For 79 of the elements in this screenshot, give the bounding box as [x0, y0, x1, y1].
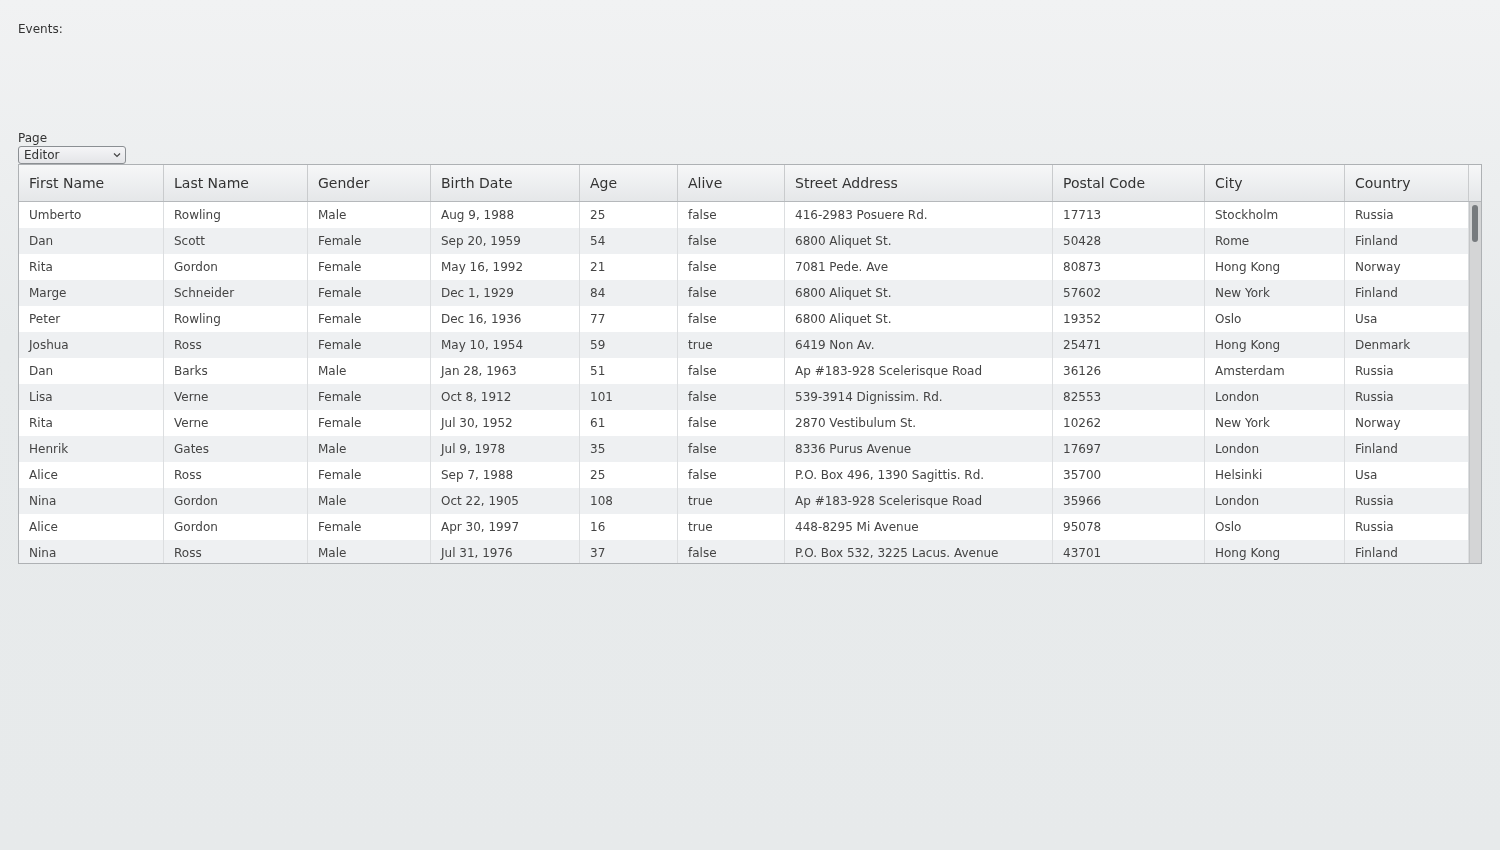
table-cell: 6800 Aliquet St.: [785, 228, 1053, 254]
table-cell: true: [678, 488, 785, 514]
table-cell: P.O. Box 532, 3225 Lacus. Avenue: [785, 540, 1053, 563]
table-cell: false: [678, 228, 785, 254]
table-cell: Dec 1, 1929: [431, 280, 580, 306]
table-cell: true: [678, 332, 785, 358]
table-cell: London: [1205, 384, 1345, 410]
table-cell: 59: [580, 332, 678, 358]
table-cell: 37: [580, 540, 678, 563]
table-cell: 35966: [1053, 488, 1205, 514]
column-header[interactable]: Street Address: [785, 165, 1053, 201]
table-cell: Schneider: [164, 280, 308, 306]
table-cell: Male: [308, 488, 431, 514]
table-cell: Verne: [164, 384, 308, 410]
table-cell: 539-3914 Dignissim. Rd.: [785, 384, 1053, 410]
table-cell: Female: [308, 228, 431, 254]
table-cell: Gordon: [164, 488, 308, 514]
table-cell: 50428: [1053, 228, 1205, 254]
table-cell: Oct 8, 1912: [431, 384, 580, 410]
table-cell: Hong Kong: [1205, 332, 1345, 358]
column-header[interactable]: Postal Code: [1053, 165, 1205, 201]
table-cell: 101: [580, 384, 678, 410]
table-cell: Ross: [164, 332, 308, 358]
page-label: Page: [18, 131, 48, 145]
table-cell: Gates: [164, 436, 308, 462]
column-header[interactable]: Gender: [308, 165, 431, 201]
table-cell: Joshua: [19, 332, 164, 358]
events-label: Events:: [18, 22, 63, 36]
table-cell: 35: [580, 436, 678, 462]
table-cell: 8336 Purus Avenue: [785, 436, 1053, 462]
table-cell: 54: [580, 228, 678, 254]
column-header[interactable]: Birth Date: [431, 165, 580, 201]
table-cell: Female: [308, 280, 431, 306]
table-cell: false: [678, 436, 785, 462]
table-cell: 108: [580, 488, 678, 514]
table-cell: Lisa: [19, 384, 164, 410]
scrollbar-thumb[interactable]: [1472, 205, 1478, 242]
table-cell: 82553: [1053, 384, 1205, 410]
table-cell: Henrik: [19, 436, 164, 462]
table-cell: Oct 22, 1905: [431, 488, 580, 514]
table-cell: Male: [308, 436, 431, 462]
table-cell: false: [678, 540, 785, 563]
table-cell: Nina: [19, 540, 164, 563]
table-cell: Jul 31, 1976: [431, 540, 580, 563]
chevron-down-icon: [113, 152, 121, 158]
column-header[interactable]: City: [1205, 165, 1345, 201]
column-header[interactable]: Country: [1345, 165, 1469, 201]
table-cell: 43701: [1053, 540, 1205, 563]
table-cell: Ross: [164, 540, 308, 563]
table-cell: Scott: [164, 228, 308, 254]
column-header[interactable]: Last Name: [164, 165, 308, 201]
table-cell: false: [678, 280, 785, 306]
table-cell: Marge: [19, 280, 164, 306]
column-header[interactable]: Alive: [678, 165, 785, 201]
table-cell: Male: [308, 540, 431, 563]
table-cell: Female: [308, 384, 431, 410]
table-cell: false: [678, 384, 785, 410]
table-cell: May 10, 1954: [431, 332, 580, 358]
table-cell: 25471: [1053, 332, 1205, 358]
table-cell: Rome: [1205, 228, 1345, 254]
table-cell: Dan: [19, 228, 164, 254]
table-cell: 84: [580, 280, 678, 306]
table-cell: Sep 20, 1959: [431, 228, 580, 254]
scrollbar[interactable]: [1469, 202, 1481, 563]
table-cell: Nina: [19, 488, 164, 514]
table-cell: 17697: [1053, 436, 1205, 462]
table-cell: 6800 Aliquet St.: [785, 280, 1053, 306]
table-cell: 57602: [1053, 280, 1205, 306]
column-header[interactable]: First Name: [19, 165, 164, 201]
table-cell: Jul 9, 1978: [431, 436, 580, 462]
table-cell: Hong Kong: [1205, 540, 1345, 563]
table-cell: London: [1205, 436, 1345, 462]
table-cell: Female: [308, 332, 431, 358]
column-header[interactable]: Age: [580, 165, 678, 201]
table-cell: Ap #183-928 Scelerisque Road: [785, 488, 1053, 514]
table-cell: New York: [1205, 280, 1345, 306]
page-dropdown[interactable]: Editor: [18, 146, 126, 164]
table-cell: London: [1205, 488, 1345, 514]
table-cell: 6419 Non Av.: [785, 332, 1053, 358]
